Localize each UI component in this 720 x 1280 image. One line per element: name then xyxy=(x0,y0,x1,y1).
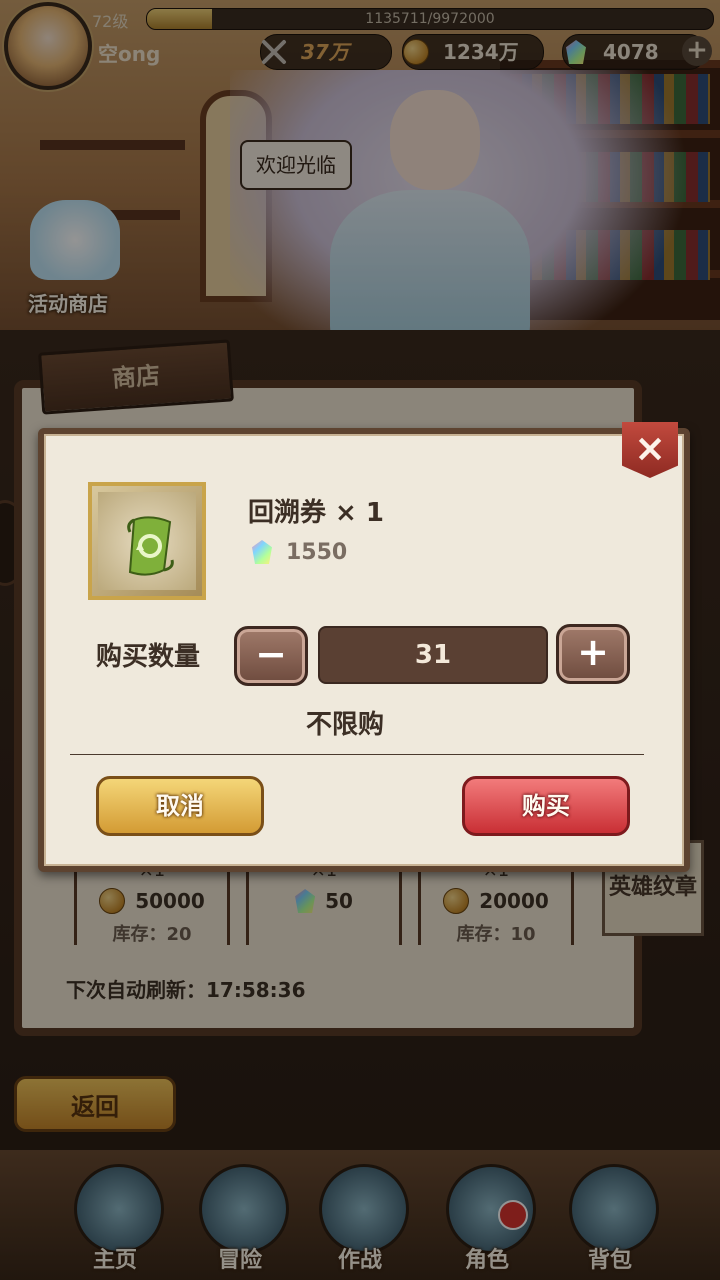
cancel-button[interactable]: 取消 xyxy=(96,776,264,836)
item-icon-frame xyxy=(88,482,206,600)
purchase-limit-text: 不限购 xyxy=(305,710,384,740)
item-price: 1550 xyxy=(252,536,347,568)
item-price-value: 1550 xyxy=(286,539,348,565)
item-name: 回溯券 × 1 xyxy=(248,498,384,528)
buy-button[interactable]: 购买 xyxy=(462,776,630,836)
increase-quantity-button[interactable]: + xyxy=(556,624,630,684)
scroll-icon xyxy=(127,516,174,576)
dialog-divider xyxy=(70,754,644,755)
decrease-quantity-button[interactable]: − xyxy=(234,626,308,686)
item-icon-background xyxy=(98,492,196,590)
quantity-label: 购买数量 xyxy=(96,642,201,672)
gem-icon xyxy=(252,540,272,564)
quantity-input[interactable]: 31 xyxy=(318,626,548,684)
